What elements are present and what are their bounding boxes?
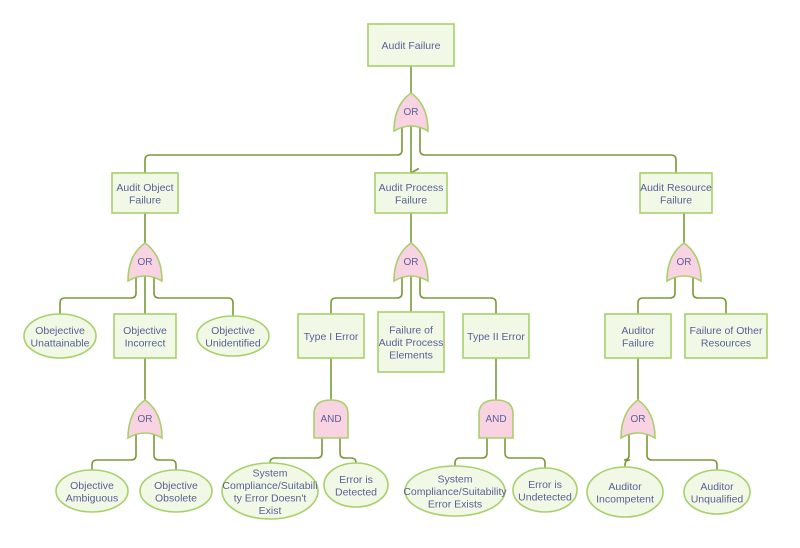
connector-gate-to-objective_unattainable bbox=[59, 275, 137, 314]
event-compliance-doesnt-exist: SystemCompliance/Suitability Error Doesn… bbox=[221, 462, 319, 520]
event-failure-other-resources: Failure of OtherResources bbox=[684, 313, 768, 359]
event-label-line: Elements bbox=[389, 350, 433, 362]
gate-label: AND bbox=[320, 414, 341, 425]
or-gate: OR bbox=[127, 242, 163, 283]
connector-gate-to-auditor_incompetent bbox=[623, 432, 631, 467]
gate-label: OR bbox=[404, 107, 419, 118]
event-label-line: Auditor bbox=[621, 325, 655, 337]
and-gate: AND bbox=[313, 399, 349, 439]
event-auditor-incompetent: AuditorIncompetent bbox=[586, 466, 664, 518]
event-label-line: Failure of bbox=[389, 325, 433, 337]
event-label-line: Error is bbox=[339, 474, 373, 486]
connector-gate-to-objective_unidentified bbox=[153, 275, 234, 316]
event-label-line: Audit Process bbox=[379, 182, 444, 194]
event-label-line: Audit Resource bbox=[640, 182, 712, 194]
gate-label: OR bbox=[138, 414, 153, 425]
event-label-line: ty Error Doesn't bbox=[234, 492, 307, 504]
connector-gate-to-failure_other_resources bbox=[692, 275, 727, 314]
event-label-line: Auditor bbox=[608, 481, 642, 493]
event-error-detected: Error isDetected bbox=[323, 462, 389, 508]
event-compliance-exists: SystemCompliance/SuitabilityError Exists bbox=[403, 465, 507, 517]
connector-gate-to-type_i_error bbox=[330, 275, 403, 314]
event-audit-resource-failure: Audit ResourceFailure bbox=[639, 172, 713, 214]
event-label-line: Audit Process bbox=[379, 337, 444, 349]
gate-label: OR bbox=[677, 257, 692, 268]
event-audit-object-failure: Audit ObjectFailure bbox=[111, 172, 179, 214]
gate-label: OR bbox=[631, 414, 646, 425]
event-label-line: Incompetent bbox=[596, 493, 654, 505]
or-gate: OR bbox=[127, 399, 163, 440]
event-label-line: Audit Object bbox=[116, 182, 173, 194]
event-error-undetected: Error isUndetected bbox=[512, 467, 578, 513]
event-label-line: Failure bbox=[622, 337, 654, 349]
event-label-line: Compliance/Suitability bbox=[403, 486, 507, 498]
event-label-line: Objective bbox=[211, 325, 255, 337]
event-objective-incorrect: ObjectiveIncorrect bbox=[113, 313, 177, 359]
event-type-ii-error: Type II Error bbox=[462, 313, 530, 359]
event-label-line: Obejective bbox=[35, 325, 85, 337]
or-gate: OR bbox=[393, 242, 429, 283]
gate-label: OR bbox=[138, 257, 153, 268]
connector-gate-to-auditor_unqualified bbox=[646, 432, 718, 470]
event-label-line: Obsolete bbox=[155, 492, 197, 504]
event-label-line: Error Exists bbox=[428, 499, 482, 511]
event-label-line: Unqualified bbox=[691, 493, 744, 505]
event-label-line: Audit Failure bbox=[382, 40, 441, 52]
event-objective-unidentified: ObjectiveUnidentified bbox=[196, 315, 270, 357]
event-failure-process-elements: Failure ofAudit ProcessElements bbox=[377, 311, 445, 373]
event-label-line: Unidentified bbox=[205, 337, 261, 349]
event-objective-ambiguous: ObjectiveAmbiguous bbox=[55, 469, 129, 513]
event-label-line: Failure bbox=[660, 194, 692, 206]
event-label-line: Objective bbox=[123, 325, 167, 337]
event-label-line: Objective bbox=[154, 480, 198, 492]
event-objective-obsolete: ObjectiveObsolete bbox=[139, 469, 213, 513]
or-gate: OR bbox=[666, 242, 702, 283]
connector-gate-to-auditor_failure bbox=[637, 275, 676, 314]
event-label-line: Resources bbox=[701, 337, 751, 349]
event-label-line: System bbox=[437, 474, 472, 486]
event-label-line: Type I Error bbox=[304, 331, 359, 343]
connector-gate-to-type_ii_error bbox=[419, 275, 497, 314]
fault-tree-diagram: OR OR OR OR OR AND AND OR Audit Failure Audit Obj… bbox=[23, 23, 768, 520]
event-label-line: Exist bbox=[259, 505, 282, 517]
event-label-line: Incorrect bbox=[125, 337, 166, 349]
event-auditor-unqualified: AuditorUnqualified bbox=[683, 469, 751, 515]
event-label-line: Auditor bbox=[700, 481, 734, 493]
and-gate: AND bbox=[478, 399, 514, 439]
event-label-line: Failure bbox=[129, 194, 161, 206]
gate-label: OR bbox=[404, 257, 419, 268]
event-auditor-failure: AuditorFailure bbox=[604, 313, 672, 359]
or-gate: OR bbox=[393, 92, 429, 133]
or-gate: OR bbox=[620, 399, 656, 440]
event-label-line: Objective bbox=[70, 480, 114, 492]
event-audit-failure: Audit Failure bbox=[367, 23, 455, 67]
event-label-line: Detected bbox=[335, 486, 377, 498]
event-label-line: Undetected bbox=[518, 491, 572, 503]
connector-gate-to-audit_resource_failure bbox=[419, 125, 677, 173]
event-label-line: System bbox=[252, 467, 287, 479]
event-audit-process-failure: Audit ProcessFailure bbox=[374, 172, 448, 214]
gate-label: AND bbox=[485, 414, 506, 425]
event-label-line: Error is bbox=[528, 479, 562, 491]
connector-gate-to-objective_obsolete bbox=[153, 432, 177, 470]
event-label-line: Ambiguous bbox=[66, 492, 119, 504]
connector-gate-to-audit_object_failure bbox=[144, 125, 403, 173]
event-objective-unattainable: ObejectiveUnattainable bbox=[23, 313, 97, 359]
event-label-line: Type II Error bbox=[467, 331, 525, 343]
event-label-line: Unattainable bbox=[31, 337, 90, 349]
event-label-line: Compliance/Suitabili bbox=[222, 480, 317, 492]
event-label-line: Failure of Other bbox=[690, 325, 763, 337]
event-type-i-error: Type I Error bbox=[297, 313, 365, 359]
event-label-line: Failure bbox=[395, 194, 427, 206]
